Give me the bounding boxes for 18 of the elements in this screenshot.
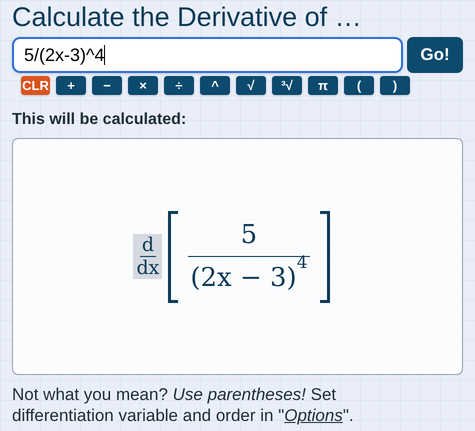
keypad-key[interactable]: ^ <box>200 76 230 95</box>
keypad-key[interactable]: ( <box>344 76 374 95</box>
keypad-key[interactable]: × <box>128 76 158 95</box>
clear-button[interactable]: CLR <box>21 76 50 95</box>
keypad-key[interactable]: ) <box>380 76 410 95</box>
keypad-key[interactable]: π <box>308 76 338 95</box>
keypad-key[interactable]: ÷ <box>164 76 194 95</box>
keypad-key[interactable]: ³√ <box>272 76 302 95</box>
preview-heading: This will be calculated: <box>12 110 188 130</box>
options-link[interactable]: Options <box>284 406 343 425</box>
help-text: Not what you mean? Use parentheses! Set differentiation variable and order in "Options". <box>12 384 355 426</box>
derivative-operator: d dx <box>133 234 162 279</box>
expression-input[interactable]: 5/(2x-3)^4 <box>12 37 403 73</box>
keypad-key[interactable]: − <box>92 76 122 95</box>
keypad-key[interactable]: + <box>56 76 86 95</box>
go-button[interactable]: Go! <box>407 37 463 73</box>
keypad-key[interactable]: √ <box>236 76 266 95</box>
page-title: Calculate the Derivative of … <box>12 1 363 34</box>
